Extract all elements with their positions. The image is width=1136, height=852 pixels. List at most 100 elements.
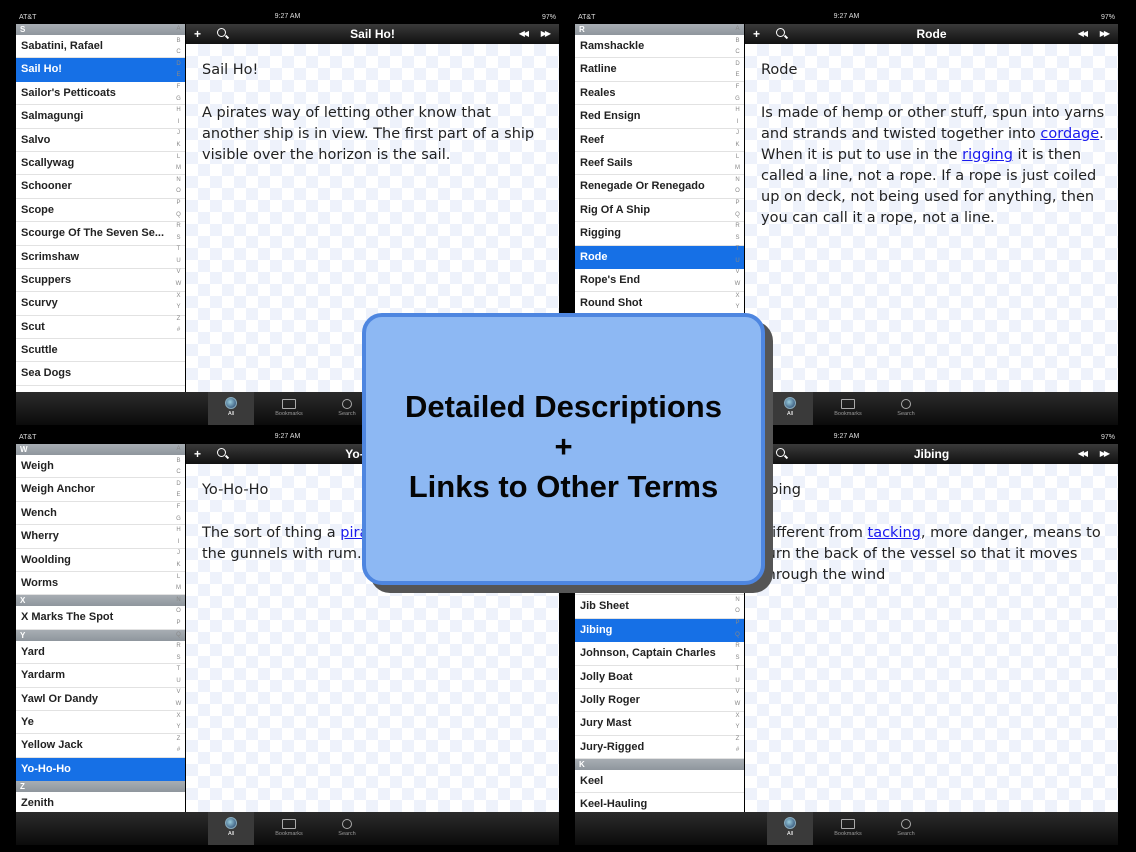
index-letter[interactable]: K: [172, 140, 185, 152]
list-item[interactable]: Jibing: [575, 618, 744, 643]
tab-all[interactable]: All: [767, 392, 813, 425]
index-letter[interactable]: E: [731, 70, 744, 82]
list-item[interactable]: Scuttle: [16, 339, 185, 363]
index-letter[interactable]: Y: [172, 722, 185, 734]
index-letter[interactable]: M: [172, 583, 185, 595]
index-letter[interactable]: O: [731, 186, 744, 198]
index-letter[interactable]: V: [172, 687, 185, 699]
list-item[interactable]: Keel: [575, 770, 744, 794]
list-item[interactable]: Weigh Anchor: [16, 478, 185, 502]
previous-term-button[interactable]: ◀◀: [519, 24, 529, 44]
tab-bookmarks[interactable]: Bookmarks: [825, 812, 871, 845]
index-letter[interactable]: J: [172, 548, 185, 560]
list-item[interactable]: Reef: [575, 129, 744, 152]
index-letter[interactable]: U: [172, 676, 185, 688]
list-item[interactable]: Weigh: [16, 455, 185, 479]
list-item[interactable]: Yawl Or Dandy: [16, 688, 185, 711]
index-letter[interactable]: B: [172, 456, 185, 468]
index-letter[interactable]: R: [172, 641, 185, 653]
list-item[interactable]: Scuppers: [16, 269, 185, 293]
index-letter[interactable]: F: [172, 502, 185, 514]
list-item[interactable]: Rope's End: [575, 269, 744, 293]
index-letter[interactable]: R: [731, 641, 744, 653]
tab-search[interactable]: Search: [883, 392, 929, 425]
index-letter[interactable]: R: [731, 221, 744, 233]
tab-bookmarks[interactable]: Bookmarks: [825, 392, 871, 425]
index-letter[interactable]: H: [172, 105, 185, 117]
list-item[interactable]: Jury-Rigged: [575, 736, 744, 760]
index-letter[interactable]: V: [731, 267, 744, 279]
term-link[interactable]: cordage: [1040, 126, 1099, 142]
index-letter[interactable]: K: [172, 560, 185, 572]
index-letter[interactable]: D: [172, 479, 185, 491]
index-letter[interactable]: R: [172, 221, 185, 233]
index-letter[interactable]: N: [731, 175, 744, 187]
index-letter[interactable]: E: [172, 70, 185, 82]
index-letter[interactable]: X: [731, 711, 744, 723]
term-list[interactable]: W Weigh Weigh Anchor Wench Wherry Woolding Wor…: [16, 444, 185, 812]
index-letter[interactable]: Q: [172, 630, 185, 642]
tab-all[interactable]: All: [208, 392, 254, 425]
list-item[interactable]: Jury Mast: [575, 712, 744, 736]
next-term-button[interactable]: ▶▶: [1100, 444, 1110, 464]
index-letter[interactable]: T: [731, 664, 744, 676]
list-item[interactable]: Yo-Ho-Ho: [16, 757, 185, 782]
list-item[interactable]: Keel-Hauling: [575, 793, 744, 812]
list-item[interactable]: Scope: [16, 199, 185, 223]
index-letter[interactable]: S: [172, 233, 185, 245]
index-letter[interactable]: T: [172, 664, 185, 676]
list-item[interactable]: Sea Dogs: [16, 362, 185, 386]
list-item[interactable]: Yardarm: [16, 664, 185, 688]
index-letter[interactable]: N: [172, 595, 185, 607]
term-link[interactable]: rigging: [962, 147, 1013, 163]
index-letter[interactable]: N: [731, 595, 744, 607]
list-item[interactable]: Wench: [16, 502, 185, 526]
list-item[interactable]: Yard: [16, 641, 185, 665]
tab-all[interactable]: All: [767, 812, 813, 845]
index-letter[interactable]: G: [172, 514, 185, 526]
index-letter[interactable]: L: [731, 152, 744, 164]
list-item[interactable]: Salmagungi: [16, 105, 185, 129]
index-letter[interactable]: U: [172, 256, 185, 268]
next-term-button[interactable]: ▶▶: [541, 24, 551, 44]
list-item[interactable]: Scrimshaw: [16, 246, 185, 269]
list-item[interactable]: Jolly Boat: [575, 666, 744, 689]
index-letter[interactable]: C: [172, 467, 185, 479]
previous-term-button[interactable]: ◀◀: [1078, 24, 1088, 44]
tab-search[interactable]: Search: [324, 812, 370, 845]
list-item[interactable]: Woolding: [16, 549, 185, 572]
index-letter[interactable]: W: [172, 699, 185, 711]
list-item[interactable]: Red Ensign: [575, 105, 744, 129]
index-letter[interactable]: C: [172, 47, 185, 59]
list-item[interactable]: Jolly Roger: [575, 689, 744, 713]
list-item[interactable]: Scut: [16, 316, 185, 340]
index-letter[interactable]: M: [731, 163, 744, 175]
index-letter[interactable]: B: [731, 36, 744, 48]
index-letter[interactable]: Z: [172, 734, 185, 746]
index-letter[interactable]: T: [731, 244, 744, 256]
list-item[interactable]: Johnson, Captain Charles: [575, 642, 744, 666]
tab-all[interactable]: All: [208, 812, 254, 845]
index-letter[interactable]: X: [172, 291, 185, 303]
list-item[interactable]: Sail Ho!: [16, 58, 185, 82]
index-letter[interactable]: Z: [731, 734, 744, 746]
index-letter[interactable]: Q: [731, 210, 744, 222]
term-list[interactable]: S Sabatini, Rafael Sail Ho! Sailor's Pettic…: [16, 24, 185, 392]
index-letter[interactable]: #: [172, 325, 185, 337]
list-item[interactable]: Rigging: [575, 222, 744, 246]
index-letter[interactable]: U: [731, 256, 744, 268]
index-letter[interactable]: O: [731, 606, 744, 618]
list-item[interactable]: Renegade Or Renegado: [575, 175, 744, 199]
index-letter[interactable]: M: [172, 163, 185, 175]
index-letter[interactable]: F: [731, 82, 744, 94]
index-letter[interactable]: D: [731, 59, 744, 71]
index-letter[interactable]: U: [731, 676, 744, 688]
index-letter[interactable]: Q: [731, 630, 744, 642]
list-item[interactable]: Scurvy: [16, 292, 185, 316]
index-letter[interactable]: S: [731, 233, 744, 245]
index-letter[interactable]: X: [731, 291, 744, 303]
list-item[interactable]: Scourge Of The Seven Se...: [16, 222, 185, 246]
index-letter[interactable]: #: [172, 745, 185, 757]
index-letter[interactable]: V: [172, 267, 185, 279]
index-letter[interactable]: D: [172, 59, 185, 71]
